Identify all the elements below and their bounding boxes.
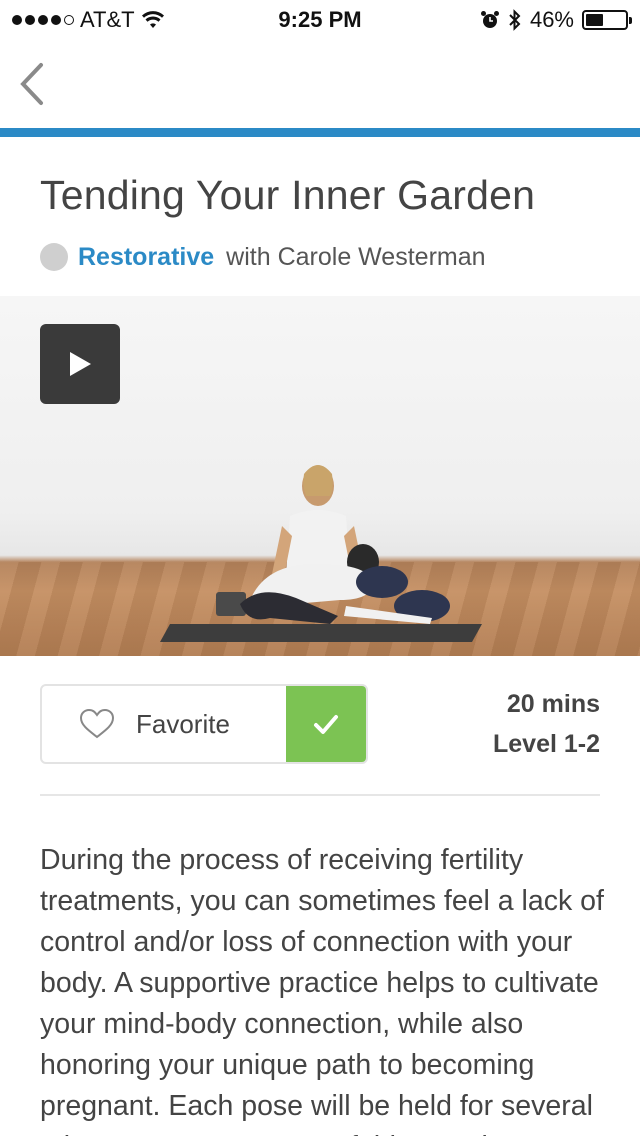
play-icon	[70, 352, 91, 376]
status-bar: AT&T 9:25 PM 46%	[0, 0, 640, 40]
complete-button[interactable]	[286, 686, 366, 762]
video-thumbnail-figures	[160, 465, 482, 642]
favorite-control: Favorite	[40, 684, 368, 764]
instructor-label: with Carole Westerman	[226, 242, 486, 271]
style-dot-icon	[40, 243, 68, 271]
style-link[interactable]: Restorative	[78, 243, 214, 272]
video-player[interactable]	[0, 296, 640, 656]
alarm-icon	[480, 11, 499, 28]
back-button[interactable]	[10, 58, 54, 110]
bluetooth-icon	[509, 9, 521, 31]
nav-accent-rule	[0, 128, 640, 137]
level-label: Level 1-2	[492, 730, 600, 758]
favorite-button[interactable]: Favorite	[42, 686, 286, 762]
checkmark-icon	[314, 715, 338, 734]
wifi-icon	[141, 11, 164, 28]
favorite-label: Favorite	[136, 708, 230, 739]
heart-outline-icon	[79, 708, 115, 739]
duration-label: 20 mins	[506, 690, 600, 718]
chevron-left-icon	[20, 63, 43, 105]
signal-dots-icon	[12, 15, 74, 25]
battery-percent: 46%	[529, 7, 574, 32]
play-button[interactable]	[40, 324, 120, 404]
status-left: AT&T	[12, 7, 165, 33]
class-meta: Restorative with Carole Westerman	[40, 238, 486, 276]
carrier-label: AT&T	[80, 7, 135, 32]
action-row: Favorite 20 mins Level 1-2	[40, 684, 600, 764]
divider	[40, 794, 600, 796]
class-details: 20 mins Level 1-2	[493, 684, 600, 764]
class-description: During the process of receiving fertilit…	[40, 844, 604, 1136]
battery-icon	[582, 10, 632, 30]
battery-fill	[586, 14, 604, 26]
nav-bar	[0, 40, 640, 128]
status-right: 46%	[480, 7, 632, 33]
page-title: Tending Your Inner Garden	[40, 172, 536, 218]
